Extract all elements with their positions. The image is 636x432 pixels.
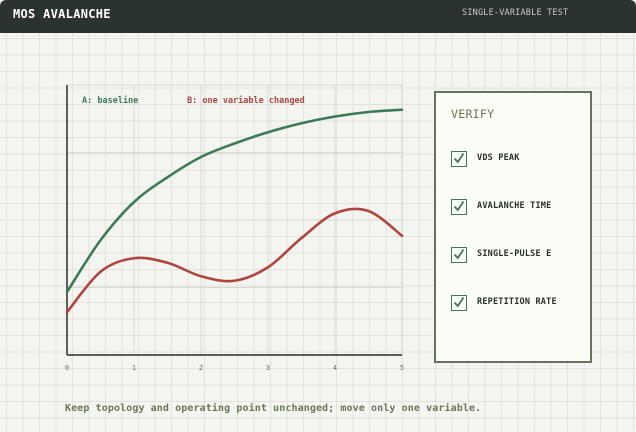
verify-item-label: SINGLE-PULSE E — [477, 249, 552, 259]
verify-panel: VERIFY VDS PEAK AVALANCHE TIME SINGLE-PU… — [434, 91, 592, 363]
verify-title: VERIFY — [451, 107, 495, 121]
checkbox[interactable] — [451, 295, 467, 311]
x-tick-label: 0 — [65, 364, 69, 372]
x-tick-label: 2 — [199, 364, 203, 372]
waveform-chart: 0 1 2 3 4 5 A: baseline B: one variable changed — [55, 80, 407, 380]
waveform-chart-svg: 0 1 2 3 4 5 A: baseline B: one variable changed — [65, 84, 404, 372]
checkbox[interactable] — [451, 151, 467, 167]
x-tick-label: 5 — [400, 364, 404, 372]
checkbox[interactable] — [451, 247, 467, 263]
footer-note: Keep topology and operating point unchan… — [65, 403, 482, 414]
legend-label-baseline: A: baseline — [82, 95, 138, 106]
x-tick-label: 4 — [333, 364, 337, 372]
checkmark-icon — [453, 296, 465, 308]
x-tick-label: 1 — [132, 364, 136, 372]
checkmark-icon — [453, 248, 465, 260]
checkmark-icon — [453, 200, 465, 212]
checkmark-icon — [453, 152, 465, 164]
legend-label-changed: B: one variable changed — [187, 95, 305, 106]
verify-item-label: VDS PEAK — [477, 153, 520, 163]
app-title: MOS AVALANCHE — [13, 7, 111, 21]
series-line-baseline — [65, 108, 404, 294]
series-line-changed — [65, 207, 404, 314]
title-bar: MOS AVALANCHE SINGLE-VARIABLE TEST — [0, 0, 636, 33]
verify-item-label: AVALANCHE TIME — [477, 201, 552, 211]
test-mode-label: SINGLE-VARIABLE TEST — [462, 8, 569, 18]
app-window: MOS AVALANCHE SINGLE-VARIABLE TEST 0 1 2 3 4… — [0, 0, 636, 432]
checkbox[interactable] — [451, 199, 467, 215]
verify-item-label: REPETITION RATE — [477, 297, 557, 307]
x-tick-label: 3 — [266, 364, 270, 372]
